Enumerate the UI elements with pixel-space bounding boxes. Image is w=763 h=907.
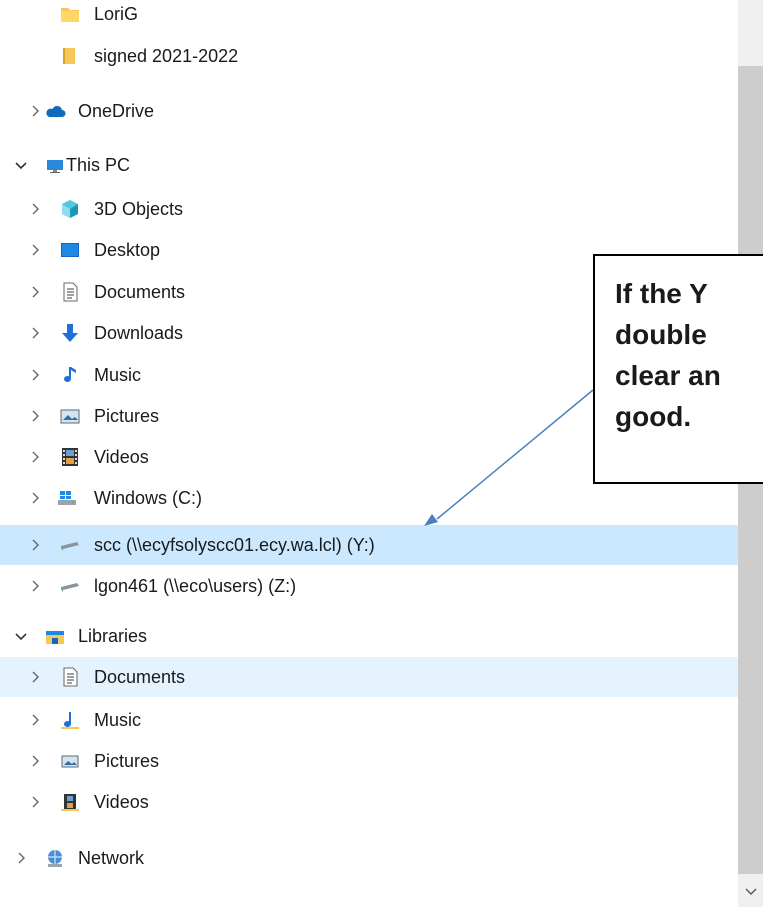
tree-item-label: Music (94, 365, 142, 385)
library-music-icon (59, 709, 81, 731)
chevron-right-icon[interactable] (27, 578, 43, 594)
tree-item-label: 3D Objects (94, 199, 184, 219)
chevron-down-icon[interactable] (13, 157, 29, 173)
chevron-right-icon[interactable] (13, 850, 29, 866)
chevron-right-icon[interactable] (27, 449, 43, 465)
pictures-icon (59, 405, 81, 427)
onedrive-cloud-icon (44, 100, 66, 122)
download-arrow-icon (59, 322, 81, 344)
tree-item-library-music[interactable]: Music (0, 700, 738, 740)
chevron-right-icon[interactable] (27, 408, 43, 424)
callout-line: clear an (615, 360, 721, 391)
libraries-icon (44, 625, 66, 647)
tree-item-label: LoriG (94, 4, 139, 24)
chevron-right-icon[interactable] (27, 201, 43, 217)
computer-icon (44, 154, 66, 176)
chevron-right-icon[interactable] (27, 284, 43, 300)
desktop-icon (59, 239, 81, 261)
callout-line: good. (615, 401, 692, 432)
callout-line: If the Y (615, 278, 708, 309)
tree-item-windows-c[interactable]: Windows (C:) (0, 478, 738, 518)
chevron-right-icon[interactable] (27, 537, 43, 553)
scroll-down-button[interactable] (738, 877, 763, 907)
library-pictures-icon (59, 750, 81, 772)
tree-item-network[interactable]: Network (0, 838, 738, 878)
library-documents-icon (59, 666, 81, 688)
film-strip-icon (59, 446, 81, 468)
tree-item-signed-2021-2022[interactable]: signed 2021-2022 (0, 36, 738, 76)
tree-item-library-pictures[interactable]: Pictures (0, 741, 738, 781)
chevron-right-icon[interactable] (27, 794, 43, 810)
tree-item-library-videos[interactable]: Videos (0, 782, 738, 822)
folder-icon (59, 45, 81, 67)
network-drive-icon (59, 575, 81, 597)
3d-objects-icon (59, 198, 81, 220)
tree-item-label: Videos (94, 792, 149, 812)
tree-item-label: Documents (94, 667, 186, 687)
tree-item-label: Network (78, 848, 145, 868)
tree-item-onedrive[interactable]: OneDrive (0, 91, 738, 131)
tree-item-library-documents[interactable]: Documents (0, 657, 738, 697)
chevron-right-icon[interactable] (27, 367, 43, 383)
chevron-right-icon[interactable] (27, 490, 43, 506)
music-note-icon (59, 364, 81, 386)
tree-item-label: Downloads (94, 323, 184, 343)
tree-item-scc-y-drive[interactable]: scc (\\ecyfsolyscc01.ecy.wa.lcl) (Y:) (0, 525, 738, 565)
tree-item-label: OneDrive (78, 101, 155, 121)
tree-item-label: scc (\\ecyfsolyscc01.ecy.wa.lcl) (Y:) (94, 535, 375, 555)
tree-item-label: Documents (94, 282, 186, 302)
tree-item-lgon461-z-drive[interactable]: lgon461 (\\eco\users) (Z:) (0, 566, 738, 606)
chevron-right-icon[interactable] (27, 325, 43, 341)
tree-item-label: Desktop (94, 240, 161, 260)
chevron-down-icon (745, 888, 756, 895)
chevron-right-icon[interactable] (27, 712, 43, 728)
network-icon (44, 847, 66, 869)
tree-item-label: This PC (66, 155, 131, 175)
tree-item-label: signed 2021-2022 (94, 46, 239, 66)
tree-item-label: Videos (94, 447, 149, 467)
chevron-right-icon[interactable] (27, 242, 43, 258)
library-videos-icon (59, 791, 81, 813)
chevron-right-icon[interactable] (27, 753, 43, 769)
tree-item-libraries[interactable]: Libraries (0, 616, 738, 656)
tree-item-label: Pictures (94, 751, 160, 771)
tree-item-lorig[interactable]: LoriG (0, 0, 738, 34)
tree-item-label: Libraries (78, 626, 148, 646)
windows-drive-icon (56, 487, 78, 509)
tree-item-label: Pictures (94, 406, 160, 426)
chevron-down-icon[interactable] (13, 628, 29, 644)
callout-annotation: If the Y double clear an good. (593, 254, 763, 484)
tree-item-label: lgon461 (\\eco\users) (Z:) (94, 576, 297, 596)
network-drive-icon (59, 534, 81, 556)
tree-item-label: Music (94, 710, 142, 730)
documents-icon (59, 281, 81, 303)
folder-icon (59, 3, 81, 25)
chevron-right-icon[interactable] (27, 669, 43, 685)
chevron-right-icon[interactable] (27, 103, 43, 119)
callout-line: double (615, 319, 707, 350)
tree-item-3d-objects[interactable]: 3D Objects (0, 189, 738, 229)
tree-item-label: Windows (C:) (94, 488, 203, 508)
tree-item-this-pc[interactable]: This PC (0, 145, 738, 185)
